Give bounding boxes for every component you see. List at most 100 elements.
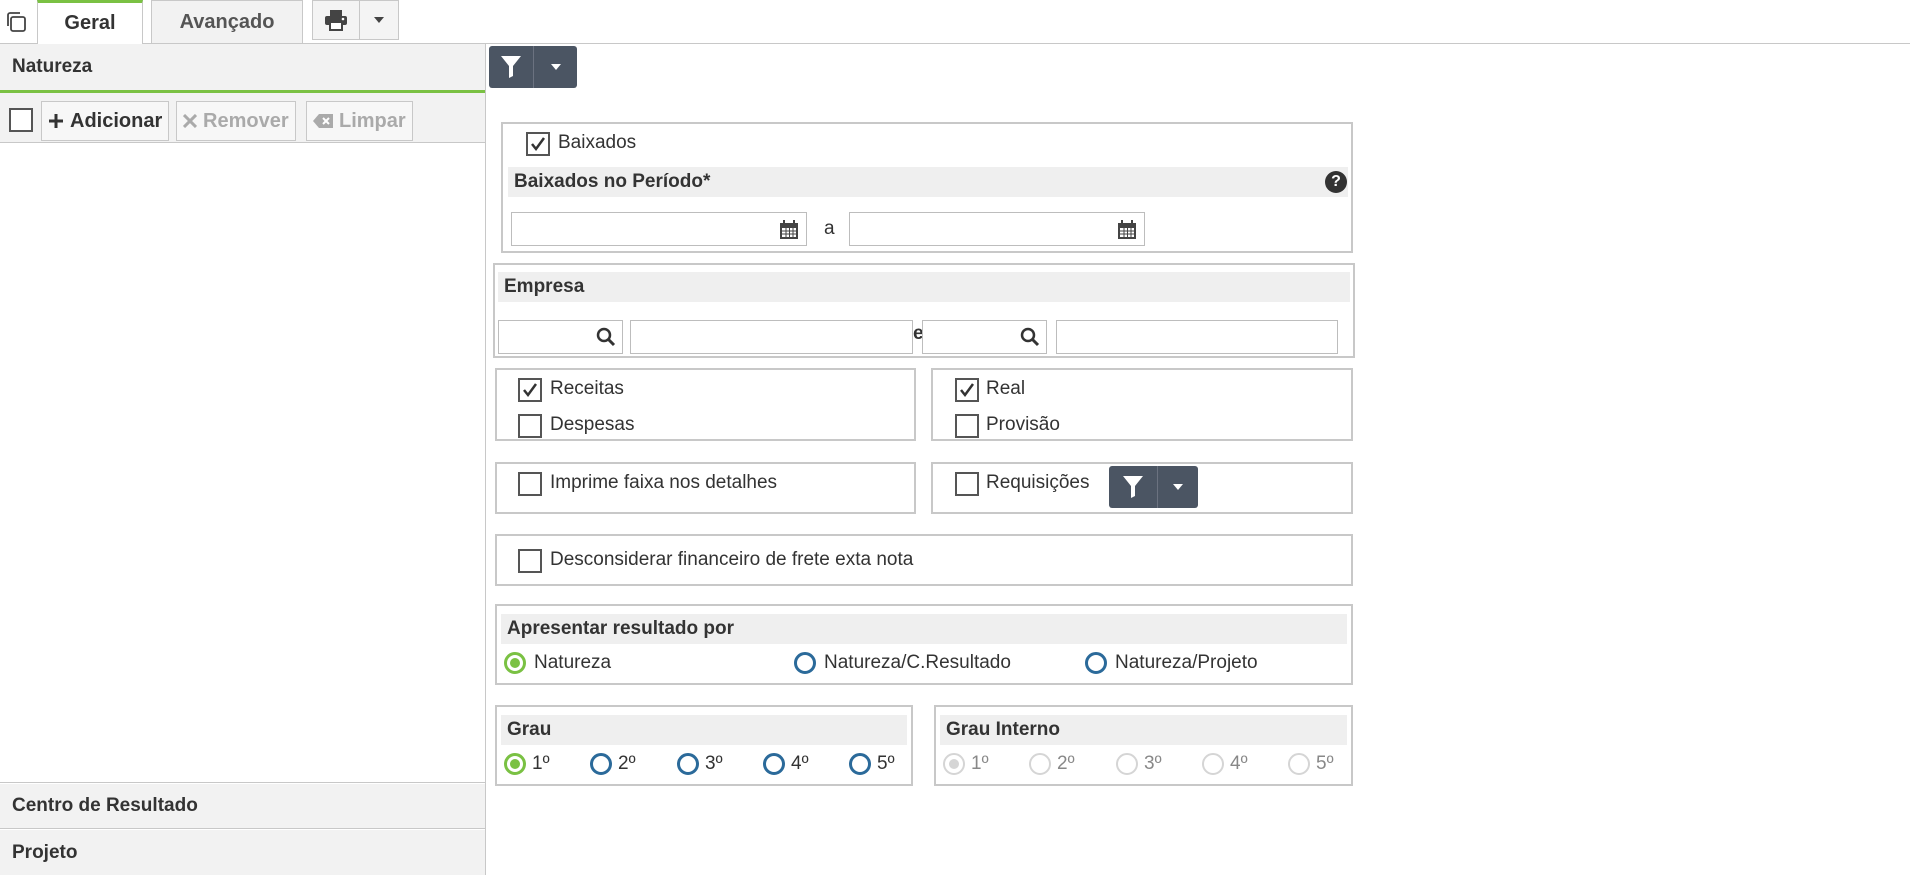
end-date-input[interactable] (849, 212, 1145, 246)
help-icon[interactable]: ? (1325, 171, 1347, 193)
grau-header: Grau (501, 715, 907, 745)
eraser-icon (313, 114, 333, 128)
grau-option-1-circle[interactable] (504, 753, 526, 775)
empresa-code-to-input[interactable] (922, 320, 1047, 354)
grau-option-3-circle[interactable] (677, 753, 699, 775)
centro-resultado-header[interactable]: Centro de Resultado (0, 784, 485, 829)
grau-option-2[interactable]: 2º (590, 753, 636, 775)
grau-option-1-label: 1º (532, 753, 550, 774)
checkmark-icon (960, 383, 975, 398)
radio-natureza-label: Natureza (534, 652, 612, 673)
grau-interno-option-4[interactable]: 4º (1202, 753, 1248, 775)
grau-interno-option-3[interactable]: 3º (1116, 753, 1162, 775)
select-all-checkbox[interactable] (9, 108, 33, 132)
chevron-down-icon (1173, 484, 1183, 490)
restore-window-icon[interactable] (4, 10, 28, 34)
centro-resultado-title: Centro de Resultado (12, 795, 198, 816)
grau-interno-option-3-circle[interactable] (1116, 753, 1138, 775)
grau-interno-option-4-circle[interactable] (1202, 753, 1224, 775)
checkmark-icon (531, 137, 546, 152)
grau-interno-title: Grau Interno (946, 719, 1061, 740)
radio-natureza-cresultado-circle[interactable] (794, 652, 816, 674)
tab-avancado-label: Avançado (179, 10, 275, 33)
grau-option-4-circle[interactable] (763, 753, 785, 775)
grau-option-2-circle[interactable] (590, 753, 612, 775)
apresentar-resultado-header: Apresentar resultado por (501, 614, 1347, 644)
empresa-code-from-input[interactable] (498, 320, 623, 354)
grau-title: Grau (507, 719, 552, 740)
baixados-periodo-header: Baixados no Período* (508, 167, 1348, 197)
radio-natureza-circle[interactable] (504, 652, 526, 674)
radio-natureza-cresultado[interactable]: Natureza/C.Resultado (794, 652, 1011, 674)
print-button[interactable] (312, 0, 360, 40)
chevron-down-icon (374, 17, 384, 23)
provisao-checkbox[interactable] (955, 414, 979, 438)
radio-natureza[interactable]: Natureza (504, 652, 611, 674)
radio-natureza-projeto-circle[interactable] (1085, 652, 1107, 674)
filter-icon (1123, 476, 1143, 498)
imprime-faixa-checkbox[interactable] (518, 472, 542, 496)
requisicoes-label: Requisições (986, 472, 1090, 493)
natureza-toolbar: Adicionar Remover Limpar (0, 93, 485, 143)
filter-dropdown-button[interactable] (534, 46, 577, 88)
remove-button[interactable]: Remover (176, 101, 296, 141)
grau-option-3-label: 3º (705, 753, 723, 774)
grau-interno-option-3-label: 3º (1144, 753, 1162, 774)
empresa-header: Empresa (498, 272, 1350, 302)
real-checkbox[interactable] (955, 378, 979, 402)
remove-button-label: Remover (203, 109, 289, 132)
desconsiderar-frete-checkbox[interactable] (518, 549, 542, 573)
empresa-title: Empresa (504, 276, 585, 297)
calendar-icon[interactable] (1117, 220, 1137, 240)
grau-option-4[interactable]: 4º (763, 753, 809, 775)
receitas-checkbox[interactable] (518, 378, 542, 402)
print-dropdown-button[interactable] (359, 0, 399, 40)
natureza-header[interactable]: Natureza (0, 44, 485, 93)
grau-interno-box: Grau Interno 1º 2º 3º 4º 5º (934, 705, 1353, 786)
filter-button[interactable] (489, 46, 533, 88)
clear-button[interactable]: Limpar (306, 101, 413, 141)
search-icon[interactable] (596, 327, 616, 347)
requisicoes-filter-dropdown-button[interactable] (1158, 466, 1198, 508)
desconsiderar-frete-box: Desconsiderar financeiro de frete exta n… (495, 534, 1353, 586)
empresa-name-from-input[interactable] (630, 320, 913, 354)
grau-interno-option-1-circle[interactable] (943, 753, 965, 775)
grau-option-4-label: 4º (791, 753, 809, 774)
tab-geral-label: Geral (64, 12, 116, 34)
grau-option-5-circle[interactable] (849, 753, 871, 775)
despesas-checkbox[interactable] (518, 414, 542, 438)
tab-avancado[interactable]: Avançado (151, 0, 303, 43)
grau-interno-option-2-circle[interactable] (1029, 753, 1051, 775)
add-button[interactable]: Adicionar (41, 101, 170, 141)
grau-interno-option-5[interactable]: 5º (1288, 753, 1334, 775)
grau-option-5-label: 5º (877, 753, 895, 774)
start-date-input[interactable] (511, 212, 807, 246)
plus-icon (49, 114, 63, 128)
grau-interno-option-2[interactable]: 2º (1029, 753, 1075, 775)
natureza-list[interactable] (0, 143, 485, 783)
grau-interno-option-2-label: 2º (1057, 753, 1075, 774)
baixados-checkbox[interactable] (526, 132, 550, 156)
top-tab-bar: Geral Avançado (0, 0, 1910, 44)
grau-interno-option-1[interactable]: 1º (943, 753, 989, 775)
baixados-periodo-title: Baixados no Período* (514, 171, 711, 192)
checkmark-icon (523, 383, 538, 398)
projeto-header[interactable]: Projeto (0, 830, 485, 875)
grau-option-3[interactable]: 3º (677, 753, 723, 775)
calendar-icon[interactable] (779, 220, 799, 240)
requisicoes-checkbox[interactable] (955, 472, 979, 496)
date-range-separator: a (824, 218, 835, 239)
search-icon[interactable] (1020, 327, 1040, 347)
grau-interno-option-5-circle[interactable] (1288, 753, 1310, 775)
requisicoes-filter-button[interactable] (1109, 466, 1157, 508)
radio-natureza-projeto[interactable]: Natureza/Projeto (1085, 652, 1258, 674)
grau-option-5[interactable]: 5º (849, 753, 895, 775)
apresentar-resultado-box: Apresentar resultado por Natureza Nature… (495, 604, 1353, 685)
empresa-name-to-input[interactable] (1056, 320, 1338, 354)
radio-natureza-projeto-label: Natureza/Projeto (1115, 652, 1258, 673)
imprime-faixa-box: Imprime faixa nos detalhes (495, 462, 916, 514)
left-panel: Natureza Adicionar Remover Limpar Centro… (0, 44, 486, 875)
clear-button-label: Limpar (339, 109, 406, 132)
grau-option-1[interactable]: 1º (504, 753, 550, 775)
tab-geral[interactable]: Geral (37, 0, 143, 44)
